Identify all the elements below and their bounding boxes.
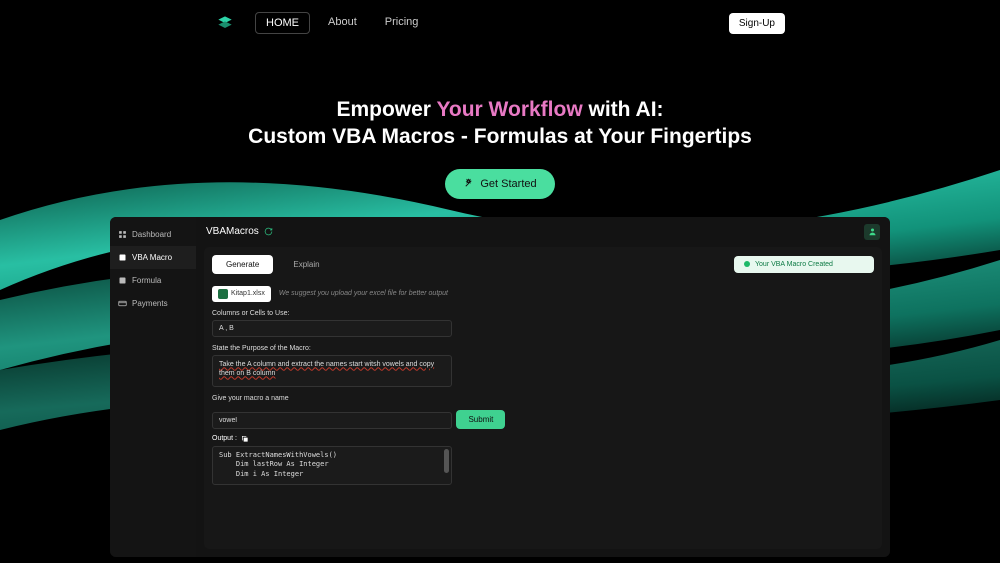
nav-home[interactable]: HOME — [255, 12, 310, 34]
main-content: VBAMacros Generate Explain Your VBA Macr… — [196, 217, 890, 557]
user-avatar[interactable] — [864, 224, 880, 240]
columns-label: Columns or Cells to Use: — [212, 310, 874, 317]
sidebar-item-vba-macro[interactable]: VBA Macro — [110, 246, 196, 269]
sidebar-item-formula[interactable]: Formula — [110, 269, 196, 292]
purpose-label: State the Purpose of the Macro: — [212, 345, 874, 352]
tab-generate[interactable]: Generate — [212, 255, 273, 274]
hero: Empower Your Workflow with AI: Custom VB… — [0, 46, 1000, 199]
app-panel: Dashboard VBA Macro Formula Payments VBA… — [110, 217, 890, 557]
sidebar-item-dashboard[interactable]: Dashboard — [110, 223, 196, 246]
output-label: Output : — [212, 435, 874, 443]
user-icon — [868, 227, 877, 236]
purpose-input[interactable]: Take the A column and extract the names … — [212, 355, 452, 387]
success-toast: Your VBA Macro Created — [734, 256, 874, 273]
excel-icon — [218, 289, 228, 299]
nav-pricing[interactable]: Pricing — [375, 12, 429, 34]
output-code-box[interactable]: Sub ExtractNamesWithVowels() Dim lastRow… — [212, 446, 452, 485]
uploaded-file-chip[interactable]: Kitap1.xlsx — [212, 286, 271, 302]
name-label: Give your macro a name — [212, 395, 874, 402]
brand-logo-icon — [215, 13, 235, 33]
sidebar-item-payments[interactable]: Payments — [110, 292, 196, 315]
hero-heading: Empower Your Workflow with AI: Custom VB… — [0, 96, 1000, 151]
sidebar: Dashboard VBA Macro Formula Payments — [110, 217, 196, 557]
columns-input[interactable] — [212, 320, 452, 337]
sidebar-item-label: Dashboard — [132, 230, 171, 239]
submit-button[interactable]: Submit — [456, 410, 505, 429]
magic-wand-icon — [463, 178, 474, 189]
payments-icon — [118, 299, 127, 308]
scrollbar[interactable] — [444, 449, 449, 473]
macro-icon — [118, 253, 127, 262]
check-icon — [744, 261, 750, 267]
sidebar-item-label: Payments — [132, 299, 168, 308]
dashboard-icon — [118, 230, 127, 239]
top-nav: HOME About Pricing Sign-Up — [0, 0, 1000, 46]
sidebar-item-label: Formula — [132, 276, 161, 285]
name-input[interactable] — [212, 412, 452, 429]
upload-hint: We suggest you upload your excel file fo… — [279, 290, 448, 297]
tab-explain[interactable]: Explain — [279, 255, 333, 274]
nav-about[interactable]: About — [318, 12, 367, 34]
formula-icon — [118, 276, 127, 285]
copy-icon[interactable] — [241, 435, 249, 443]
refresh-icon[interactable] — [264, 227, 273, 236]
page-title: VBAMacros — [206, 226, 273, 237]
signup-button[interactable]: Sign-Up — [729, 13, 785, 34]
get-started-button[interactable]: Get Started — [445, 169, 554, 199]
sidebar-item-label: VBA Macro — [132, 253, 172, 262]
